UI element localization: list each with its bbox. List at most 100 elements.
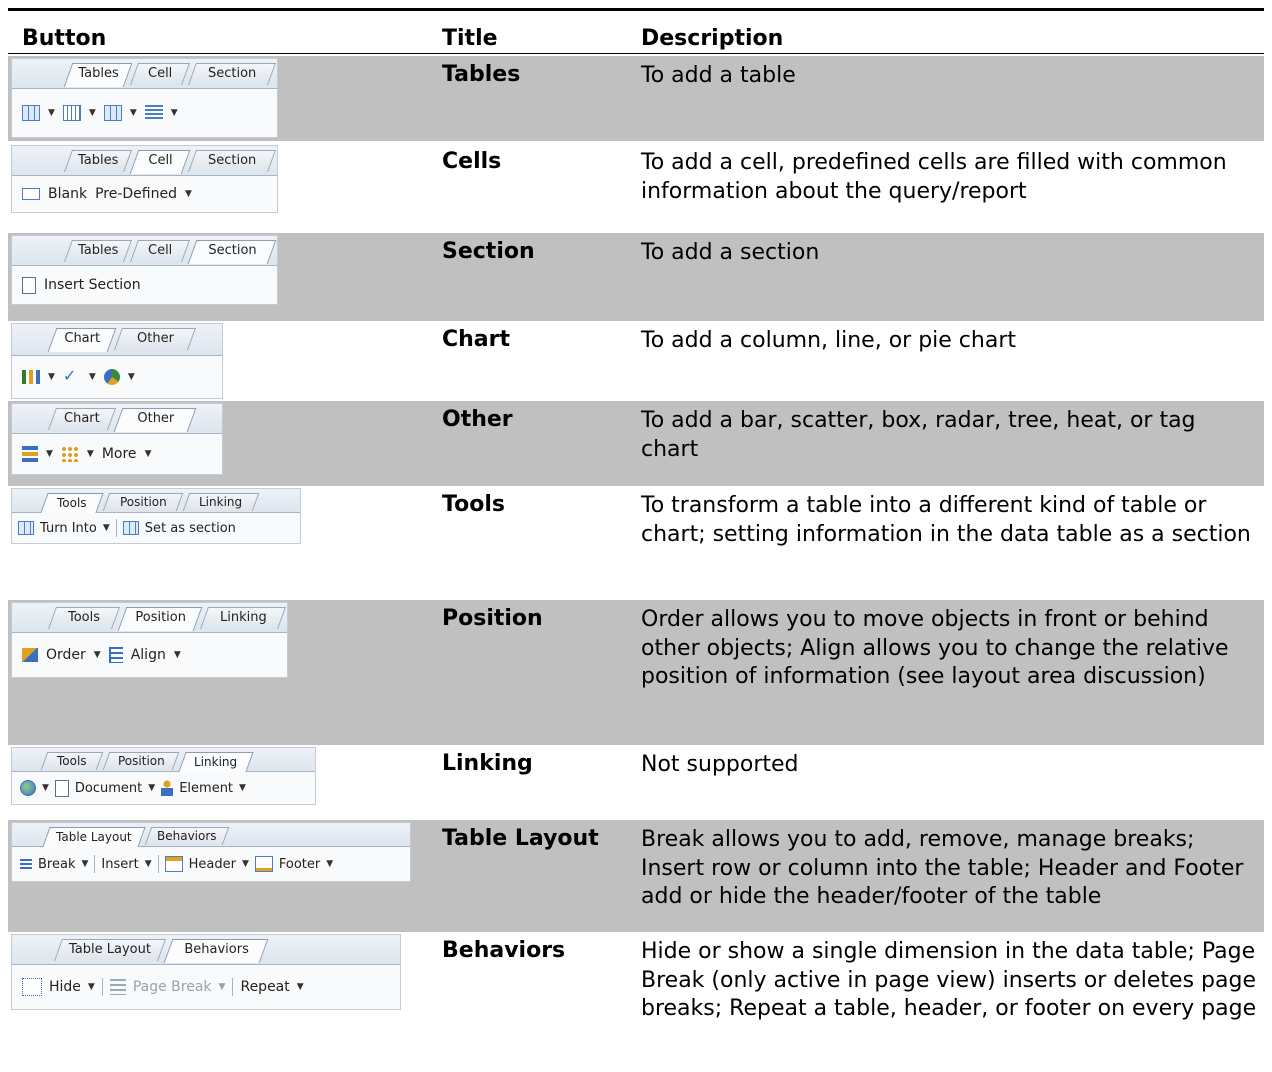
toolbar-screenshot-linking: Tools Position Linking ▼ Document ▼ Eleme… <box>11 747 316 805</box>
bar-chart-icon <box>22 446 38 462</box>
document-link-icon <box>54 779 69 797</box>
element-label: Element <box>179 780 234 796</box>
hide-label: Hide <box>49 979 81 995</box>
row-description: To add a column, line, or pie chart <box>641 328 1016 353</box>
scatter-chart-icon <box>60 446 79 462</box>
row-title: Tools <box>442 492 505 517</box>
row-title: Table Layout <box>442 826 599 851</box>
row-title: Section <box>442 239 535 264</box>
row-title: Linking <box>442 751 533 776</box>
toolbar-separator <box>232 978 234 996</box>
tab-chart: Chart <box>47 408 117 430</box>
table-grid-icon <box>22 105 40 121</box>
row-description: Break allows you to add, remove, manage … <box>641 827 1244 910</box>
tab-chart: Chart <box>47 328 117 352</box>
header-button: Button <box>22 26 107 51</box>
order-label: Order <box>46 647 86 663</box>
tab-cell: Cell <box>129 150 191 174</box>
document-label: Document <box>74 780 143 796</box>
turn-into-label: Turn Into <box>40 520 97 536</box>
toolbar-screenshot-tables: Tables Cell Section ▼ ▼ ▼ ▼ <box>11 58 278 138</box>
insert-section-label: Insert Section <box>44 277 141 293</box>
element-link-icon <box>161 780 174 796</box>
header-icon <box>164 856 183 872</box>
break-label: Break <box>38 856 76 872</box>
row-title: Chart <box>442 327 511 352</box>
align-icon <box>108 647 123 663</box>
tab-cell: Cell <box>129 63 191 85</box>
pie-chart-icon <box>103 369 120 385</box>
row-description: Order allows you to move objects in fron… <box>641 607 1229 690</box>
tab-table-layout: Table Layout <box>53 939 167 961</box>
blank-cell-icon <box>22 188 40 200</box>
form-table-icon <box>144 105 163 121</box>
tab-tools: Tools <box>40 493 104 513</box>
row-title: Other <box>442 407 513 432</box>
toolbar-screenshot-behaviors: Table Layout Behaviors Hide ▼ Page Break ▼… <box>11 934 401 1010</box>
tab-position: Position <box>117 607 203 631</box>
toolbar-separator <box>94 855 96 873</box>
tab-tools: Tools <box>47 607 121 629</box>
tab-position: Position <box>102 752 180 770</box>
hide-icon <box>22 978 42 996</box>
row-title: Cells <box>442 149 502 174</box>
toolbar-separator <box>115 519 117 537</box>
row-title: Behaviors <box>442 938 566 963</box>
toolbar-screenshot-table-layout: Table Layout Behaviors Break ▼ Insert ▼ He… <box>11 822 411 882</box>
align-label: Align <box>130 647 166 663</box>
row-description: To add a section <box>641 240 820 265</box>
set-as-section-label: Set as section <box>144 520 236 536</box>
table-row: Chart Other ▼ ▼ More ▼ Other To add a bar… <box>8 401 1264 486</box>
tab-behaviors: Behaviors <box>163 939 269 963</box>
page-break-label: Page Break <box>132 979 212 995</box>
tab-linking: Linking <box>182 493 260 511</box>
tab-tables: Tables <box>63 150 133 172</box>
tab-section: Section <box>187 240 277 264</box>
order-icon <box>22 648 38 662</box>
tab-behaviors: Behaviors <box>144 827 230 845</box>
toolbar-screenshot-position: Tools Position Linking Order ▼ Align ▼ <box>11 602 288 678</box>
row-description: To add a table <box>641 63 796 88</box>
table-columns-icon <box>62 105 81 121</box>
tab-table-layout: Table Layout <box>42 827 146 847</box>
header-title: Title <box>442 26 498 51</box>
tab-other: Other <box>113 328 197 350</box>
row-title: Tables <box>442 62 521 87</box>
header-label: Header <box>188 856 236 872</box>
tab-linking: Linking <box>178 752 254 772</box>
toolbar-screenshot-tools: Tools Position Linking Turn Into ▼ Set as… <box>11 488 301 544</box>
header-description: Description <box>641 26 784 51</box>
row-description: To add a cell, predefined cells are fill… <box>641 150 1227 204</box>
page-break-icon <box>109 979 126 995</box>
table-row: Chart Other ▼ ✓ ▼ ▼ Chart To add a column… <box>8 321 1264 399</box>
turn-into-icon <box>18 521 34 535</box>
table-row: Tables Cell Section ▼ ▼ ▼ ▼ Tables To ad… <box>8 56 1264 141</box>
insert-label: Insert <box>101 856 139 872</box>
table-row: Tables Cell Section Blank Pre-Defined ▼ C… <box>8 143 1264 231</box>
table-row: Tables Cell Section Insert Section Secti… <box>8 233 1264 321</box>
table-row: Table Layout Behaviors Break ▼ Insert ▼ He… <box>8 820 1264 932</box>
footer-icon <box>254 856 273 872</box>
set-as-section-icon <box>122 521 139 535</box>
table-row: Tools Position Linking Turn Into ▼ Set as… <box>8 486 1264 600</box>
line-chart-icon: ✓ <box>62 366 77 385</box>
row-description: To transform a table into a different ki… <box>641 493 1251 547</box>
tab-section: Section <box>187 63 277 85</box>
toolbar-screenshot-section: Tables Cell Section Insert Section <box>11 235 278 305</box>
tab-section: Section <box>187 150 277 172</box>
toolbar-separator <box>157 855 159 873</box>
break-icon <box>20 858 32 870</box>
toolbar-screenshot-chart: Chart Other ▼ ✓ ▼ ▼ <box>11 323 223 399</box>
row-description: Hide or show a single dimension in the d… <box>641 939 1257 1022</box>
blank-label: Blank <box>48 186 88 202</box>
column-chart-icon <box>22 370 40 384</box>
repeat-label: Repeat <box>240 979 290 995</box>
more-label: More <box>101 446 137 462</box>
row-title: Position <box>442 606 543 631</box>
tab-tools: Tools <box>40 752 104 770</box>
top-rule <box>8 8 1264 11</box>
tab-tables: Tables <box>63 240 133 262</box>
footer-label: Footer <box>278 856 321 872</box>
crosstab-icon <box>103 105 122 121</box>
predefined-label: Pre-Defined <box>95 186 177 202</box>
